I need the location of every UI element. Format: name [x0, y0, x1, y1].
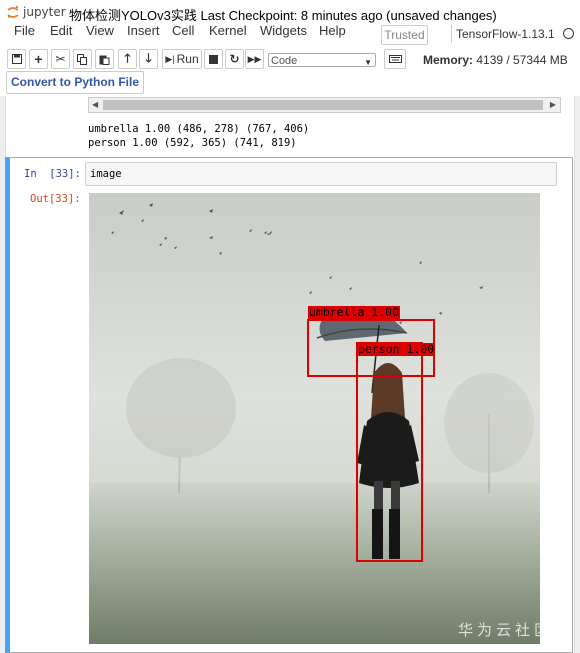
input-prompt: In [33]:: [24, 168, 81, 180]
watermark-text: 华为云社区: [458, 621, 554, 639]
convert-to-python-button[interactable]: Convert to Python File: [6, 71, 145, 94]
jupyter-logo-text: jupyter: [23, 5, 66, 19]
stop-icon: [209, 54, 218, 64]
chevron-down-icon: ▼: [364, 58, 372, 67]
restart-run-all-button[interactable]: ▶▶: [245, 49, 264, 69]
cut-button[interactable]: ✂: [51, 49, 70, 69]
kernel-name[interactable]: TensorFlow-1.13.1: [451, 25, 555, 43]
output-image: umbrella 1.00 person 1.00: [89, 193, 540, 644]
menu-kernel[interactable]: Kernel: [209, 23, 247, 38]
menu-cell[interactable]: Cell: [172, 23, 194, 38]
run-icon: ▶|: [165, 53, 175, 64]
menu-file[interactable]: File: [14, 23, 35, 38]
menu-widgets[interactable]: Widgets: [260, 23, 307, 38]
cut-icon: ✂: [55, 52, 66, 66]
kernel-idle-icon: [563, 28, 574, 39]
menu-edit[interactable]: Edit: [50, 23, 72, 38]
memory-value: 4139 / 57344 MB: [476, 53, 568, 67]
plus-icon: +: [34, 51, 43, 67]
menu-help[interactable]: Help: [319, 23, 346, 38]
scroll-right-icon[interactable]: ▶: [550, 100, 556, 109]
output-line-person: person 1.00 (592, 365) (741, 819): [88, 137, 297, 149]
save-icon: [11, 54, 22, 64]
keyboard-icon: [388, 55, 402, 63]
restart-icon: ↻: [229, 52, 240, 66]
person-bbox-label: person 1.00: [357, 342, 436, 356]
scroll-left-icon[interactable]: ◀: [92, 100, 98, 109]
code-text: image: [90, 168, 122, 180]
move-down-button[interactable]: 🡓: [139, 49, 158, 69]
paste-button[interactable]: [95, 49, 114, 69]
interrupt-button[interactable]: [204, 49, 223, 69]
trusted-indicator[interactable]: Trusted: [381, 25, 428, 45]
scrollbar-thumb[interactable]: [103, 100, 543, 110]
umbrella-bbox-label: umbrella 1.00: [308, 305, 401, 319]
output-line-umbrella: umbrella 1.00 (486, 278) (767, 406): [88, 123, 310, 135]
fast-forward-icon: ▶▶: [247, 53, 262, 64]
move-up-button[interactable]: 🡑: [118, 49, 137, 69]
save-button[interactable]: [7, 49, 26, 69]
copy-icon: [77, 53, 87, 65]
code-editor[interactable]: image: [85, 162, 557, 186]
cell-type-select[interactable]: Code ▼: [268, 53, 376, 67]
horizontal-scrollbar[interactable]: ◀ ▶: [88, 97, 561, 113]
memory-usage: Memory: 4139 / 57344 MB: [423, 53, 568, 67]
photo-scene: [89, 193, 540, 644]
arrow-up-icon: 🡑: [124, 50, 131, 65]
jupyter-logo-icon: [7, 6, 19, 18]
run-button[interactable]: ▶| Run: [162, 49, 202, 69]
paste-icon: [99, 55, 110, 65]
memory-label: Memory:: [423, 53, 474, 67]
menu-view[interactable]: View: [86, 23, 114, 38]
jupyter-logo[interactable]: jupyter: [6, 3, 66, 21]
menu-insert[interactable]: Insert: [127, 23, 160, 38]
copy-button[interactable]: [73, 49, 92, 69]
output-prompt: Out[33]:: [30, 193, 81, 205]
arrow-down-icon: 🡓: [145, 50, 152, 65]
notebook-header: jupyter 物体检测YOLOv3实践 Last Checkpoint: 8 …: [0, 0, 580, 96]
cell-type-value: Code: [271, 55, 298, 67]
run-label: Run: [176, 52, 199, 66]
insert-cell-button[interactable]: +: [29, 49, 48, 69]
command-palette-button[interactable]: [384, 49, 406, 69]
restart-button[interactable]: ↻: [225, 49, 244, 69]
